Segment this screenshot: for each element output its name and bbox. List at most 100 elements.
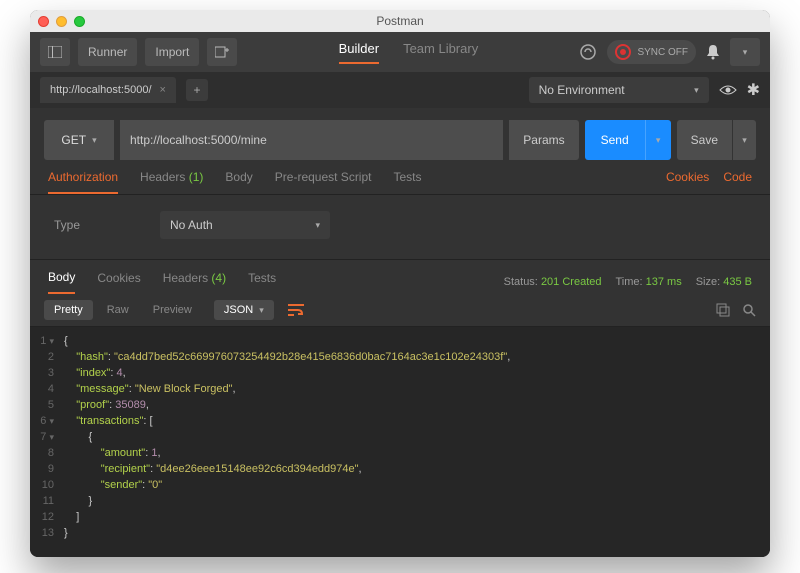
cloud-sync-icon[interactable] <box>579 43 597 61</box>
code-line: 4 "message": "New Block Forged", <box>30 381 770 397</box>
subtab-tests[interactable]: Tests <box>393 170 421 194</box>
line-number: 9 <box>30 461 64 477</box>
wrap-icon <box>288 304 304 316</box>
resptab-tests[interactable]: Tests <box>248 271 276 293</box>
sidebar-icon <box>48 46 62 58</box>
code-link[interactable]: Code <box>723 170 752 194</box>
code-line: 2 "hash": "ca4dd7bed52c669976073254492b2… <box>30 349 770 365</box>
environment-preview-button[interactable] <box>719 84 737 96</box>
close-tab-button[interactable]: × <box>160 84 166 96</box>
line-number: 5 <box>30 397 64 413</box>
user-menu-button[interactable]: ▾ <box>730 38 760 66</box>
request-tab-label: http://localhost:5000/ <box>50 84 152 96</box>
view-preview[interactable]: Preview <box>143 300 202 320</box>
chevron-down-icon: ▾ <box>743 47 748 58</box>
line-content: { <box>64 429 92 445</box>
line-number: 4 <box>30 381 64 397</box>
copy-icon <box>716 303 730 317</box>
environment-label: No Environment <box>539 83 625 97</box>
chevron-down-icon: ▾ <box>259 305 264 316</box>
sync-off-toggle[interactable]: SYNC OFF <box>607 40 696 64</box>
line-content: "message": "New Block Forged", <box>64 381 236 397</box>
save-dropdown[interactable]: ▾ <box>732 120 756 160</box>
environment-select[interactable]: No Environment ▾ <box>529 77 709 103</box>
auth-type-value: No Auth <box>170 218 213 232</box>
resptab-headers[interactable]: Headers (4) <box>163 271 226 293</box>
search-icon <box>742 303 756 317</box>
size-value: 435 B <box>723 276 752 288</box>
chevron-down-icon: ▾ <box>315 220 320 231</box>
http-method-select[interactable]: GET ▾ <box>44 120 114 160</box>
line-number: 11 <box>30 493 64 509</box>
chevron-down-icon: ▾ <box>656 135 661 146</box>
line-content: { <box>64 333 68 349</box>
titlebar: Postman <box>30 10 770 32</box>
center-tabs: Builder Team Library <box>245 41 571 64</box>
import-button[interactable]: Import <box>145 38 199 66</box>
notifications-button[interactable] <box>706 44 720 60</box>
new-window-button[interactable] <box>207 38 237 66</box>
code-line: 8 "amount": 1, <box>30 445 770 461</box>
line-number: 10 <box>30 477 64 493</box>
sync-off-label: SYNC OFF <box>637 47 688 58</box>
code-line: 9 "recipient": "d4ee26eee15148ee92c6cd39… <box>30 461 770 477</box>
resptab-cookies[interactable]: Cookies <box>97 271 140 293</box>
new-window-icon <box>215 46 229 58</box>
line-content: "hash": "ca4dd7bed52c669976073254492b28e… <box>64 349 510 365</box>
line-number: 12 <box>30 509 64 525</box>
view-pretty[interactable]: Pretty <box>44 300 93 320</box>
tab-builder[interactable]: Builder <box>339 41 379 64</box>
chevron-down-icon: ▾ <box>92 135 97 146</box>
settings-button[interactable]: ✱ <box>747 80 760 100</box>
request-tab[interactable]: http://localhost:5000/ × <box>40 77 176 103</box>
subtab-headers[interactable]: Headers (1) <box>140 170 203 194</box>
search-response-button[interactable] <box>742 303 756 317</box>
wrap-lines-button[interactable] <box>288 304 304 316</box>
request-tabs-row: http://localhost:5000/ × + No Environmen… <box>30 72 770 108</box>
format-select[interactable]: JSON ▾ <box>214 300 274 320</box>
tab-team-library[interactable]: Team Library <box>403 41 478 64</box>
auth-type-select[interactable]: No Auth ▾ <box>160 211 330 239</box>
line-number: 8 <box>30 445 64 461</box>
auth-type-label: Type <box>54 218 80 232</box>
format-label: JSON <box>224 304 253 316</box>
runner-button[interactable]: Runner <box>78 38 137 66</box>
line-content: "index": 4, <box>64 365 126 381</box>
new-tab-button[interactable]: + <box>186 79 208 101</box>
line-number: 13 <box>30 525 64 541</box>
line-number: 6 ▾ <box>30 413 64 429</box>
status-value: 201 Created <box>541 276 602 288</box>
view-raw[interactable]: Raw <box>97 300 139 320</box>
code-line: 6 ▾ "transactions": [ <box>30 413 770 429</box>
main-toolbar: Runner Import Builder Team Library SYNC … <box>30 32 770 72</box>
line-content: } <box>64 493 92 509</box>
save-group: Save ▾ <box>677 120 756 160</box>
response-body-code[interactable]: 1 ▾{2 "hash": "ca4dd7bed52c6699760732544… <box>30 327 770 557</box>
subtab-body[interactable]: Body <box>225 170 252 194</box>
chevron-down-icon: ▾ <box>694 85 699 96</box>
send-group: Send ▾ <box>585 120 671 160</box>
send-dropdown[interactable]: ▾ <box>645 120 671 160</box>
code-line: 1 ▾{ <box>30 333 770 349</box>
app-window: Postman Runner Import Builder Team Libra… <box>30 10 770 557</box>
code-line: 12 ] <box>30 509 770 525</box>
line-number: 3 <box>30 365 64 381</box>
copy-response-button[interactable] <box>716 303 730 317</box>
code-line: 11 } <box>30 493 770 509</box>
subtab-authorization[interactable]: Authorization <box>48 170 118 194</box>
params-button[interactable]: Params <box>509 120 578 160</box>
url-input[interactable] <box>120 120 503 160</box>
response-meta: Status: 201 Created Time: 137 ms Size: 4… <box>504 276 752 288</box>
save-button[interactable]: Save <box>677 133 732 147</box>
subtab-prerequest[interactable]: Pre-request Script <box>275 170 372 194</box>
request-subtabs: Authorization Headers (1) Body Pre-reque… <box>30 160 770 195</box>
send-button[interactable]: Send <box>585 133 645 147</box>
code-line: 3 "index": 4, <box>30 365 770 381</box>
code-line: 10 "sender": "0" <box>30 477 770 493</box>
line-number: 2 <box>30 349 64 365</box>
sidebar-toggle-button[interactable] <box>40 38 70 66</box>
code-line: 5 "proof": 35089, <box>30 397 770 413</box>
response-tabs: Body Cookies Headers (4) Tests Status: 2… <box>30 260 770 294</box>
cookies-link[interactable]: Cookies <box>666 170 709 194</box>
resptab-body[interactable]: Body <box>48 270 75 294</box>
